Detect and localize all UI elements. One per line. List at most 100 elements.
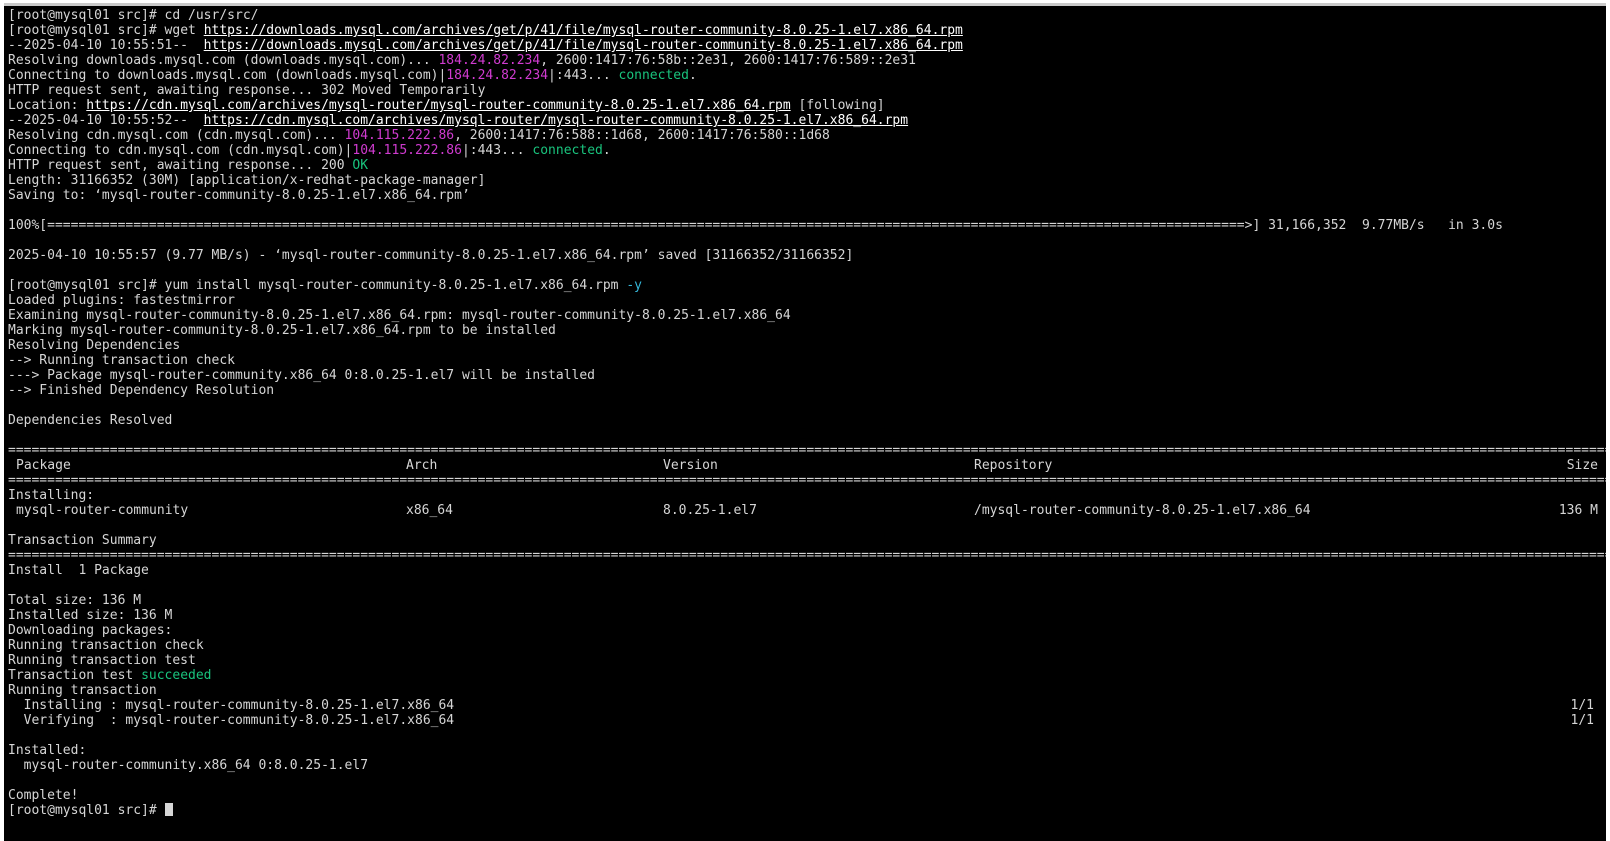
table-separator: ========================================… <box>8 473 1606 488</box>
output-line: Installed: <box>8 743 87 758</box>
cell-version: 8.0.25-1.el7 <box>663 503 757 518</box>
output-line: Dependencies Resolved <box>8 413 173 428</box>
ip-address: 184.24.82.234 <box>446 68 549 83</box>
cmd-line-yum: [root@mysql01 src]# yum install mysql-ro… <box>8 278 1606 293</box>
output-line: Complete! <box>8 788 79 803</box>
download-url-link[interactable]: https://downloads.mysql.com/archives/get… <box>204 23 963 38</box>
cmd-line-wget: [root@mysql01 src]# wget https://downloa… <box>8 23 1606 38</box>
output-text: Resolving cdn.mysql.com (cdn.mysql.com).… <box>8 128 345 143</box>
cell-package: mysql-router-community <box>16 503 189 518</box>
command-text: cd /usr/src/ <box>164 8 259 23</box>
prompt: [root@mysql01 src]# <box>8 8 165 23</box>
text-cursor <box>164 803 173 816</box>
verify-step: Verifying : mysql-router-community-8.0.2… <box>8 713 1606 728</box>
connected-status: connected <box>618 68 689 83</box>
output-text: . <box>688 68 697 83</box>
terminal-window[interactable]: [root@mysql01 src]# cd /usr/src/ [root@m… <box>4 3 1606 841</box>
output-line: ---> Package mysql-router-community.x86_… <box>8 368 595 383</box>
table-header: Package Arch Version Repository Size <box>8 458 1606 473</box>
prompt: [root@mysql01 src]# <box>8 23 165 38</box>
prompt: [root@mysql01 src]# <box>8 278 165 293</box>
col-header-arch: Arch <box>406 458 438 473</box>
output-line: --2025-04-10 10:55:52-- https://cdn.mysq… <box>8 113 1606 128</box>
col-header-repository: Repository <box>974 458 1053 473</box>
col-header-version: Version <box>663 458 718 473</box>
output-line: Saving to: ‘mysql-router-community-8.0.2… <box>8 188 470 203</box>
output-text: HTTP request sent, awaiting response... … <box>8 158 353 173</box>
install-step: Installing : mysql-router-community-8.0.… <box>8 698 1606 713</box>
output-text: Resolving downloads.mysql.com (downloads… <box>8 53 439 68</box>
output-line: Location: https://cdn.mysql.com/archives… <box>8 98 1606 113</box>
command-flag: -y <box>626 278 642 293</box>
output-line: HTTP request sent, awaiting response... … <box>8 158 1606 173</box>
output-line: Length: 31166352 (30M) [application/x-re… <box>8 173 486 188</box>
output-line: Total size: 136 M <box>8 593 142 608</box>
location-url-link[interactable]: https://cdn.mysql.com/archives/mysql-rou… <box>204 113 908 128</box>
output-text: Installing : mysql-router-community-8.0.… <box>8 698 455 713</box>
table-separator: ========================================… <box>8 443 1606 458</box>
output-line: Resolving cdn.mysql.com (cdn.mysql.com).… <box>8 128 1606 143</box>
ip-address: 104.115.222.86 <box>344 128 455 143</box>
output-line: Resolving downloads.mysql.com (downloads… <box>8 53 1606 68</box>
step-counter: 1/1 <box>1570 698 1594 713</box>
command-text: yum install mysql-router-community-8.0.2… <box>164 278 627 293</box>
output-line: Transaction Summary <box>8 533 157 548</box>
output-text: , 2600:1417:76:58b::2e31, 2600:1417:76:5… <box>540 53 916 68</box>
output-line: Transaction test succeeded <box>8 668 1606 683</box>
output-text: [following] <box>790 98 885 113</box>
location-url-link[interactable]: https://cdn.mysql.com/archives/mysql-rou… <box>86 98 790 113</box>
output-text: |:443... <box>548 68 619 83</box>
http-ok-status: OK <box>352 158 369 173</box>
output-text: Location: <box>8 98 87 113</box>
succeeded-status: succeeded <box>141 668 212 683</box>
output-line: Connecting to cdn.mysql.com (cdn.mysql.c… <box>8 143 1606 158</box>
output-text: Connecting to downloads.mysql.com (downl… <box>8 68 447 83</box>
output-line: --> Running transaction check <box>8 353 235 368</box>
output-line: Resolving Dependencies <box>8 338 181 353</box>
step-counter: 1/1 <box>1570 713 1594 728</box>
output-text: Connecting to cdn.mysql.com (cdn.mysql.c… <box>8 143 353 158</box>
output-line: Installed size: 136 M <box>8 608 173 623</box>
cell-size: 136 M <box>1558 503 1598 518</box>
ip-address: 184.24.82.234 <box>438 53 541 68</box>
cell-arch: x86_64 <box>406 503 453 518</box>
command-text: wget <box>164 23 204 38</box>
output-line: Marking mysql-router-community-8.0.25-1.… <box>8 323 556 338</box>
table-row: mysql-router-community x86_64 8.0.25-1.e… <box>8 503 1606 518</box>
col-header-package: Package <box>16 458 71 473</box>
cell-repository: /mysql-router-community-8.0.25-1.el7.x86… <box>974 503 1311 518</box>
output-line: Downloading packages: <box>8 623 173 638</box>
output-line: --2025-04-10 10:55:51-- https://download… <box>8 38 1606 53</box>
output-line: Installing: <box>8 488 95 503</box>
output-line: Examining mysql-router-community-8.0.25-… <box>8 308 791 323</box>
timestamp: --2025-04-10 10:55:51-- <box>8 38 204 53</box>
output-text: , 2600:1417:76:588::1d68, 2600:1417:76:5… <box>454 128 830 143</box>
col-header-size: Size <box>1566 458 1598 473</box>
download-url-link[interactable]: https://downloads.mysql.com/archives/get… <box>204 38 963 53</box>
cmd-line-current[interactable]: [root@mysql01 src]# <box>8 803 1606 818</box>
window-top-border <box>4 3 1606 6</box>
ip-address: 104.115.222.86 <box>352 143 462 158</box>
output-line: Install 1 Package <box>8 563 149 578</box>
output-text: Verifying : mysql-router-community-8.0.2… <box>8 713 455 728</box>
output-line: 2025-04-10 10:55:57 (9.77 MB/s) - ‘mysql… <box>8 248 854 263</box>
output-line: Loaded plugins: fastestmirror <box>8 293 235 308</box>
output-text: |:443... <box>461 143 533 158</box>
output-line: Running transaction check <box>8 638 204 653</box>
output-line: Running transaction test <box>8 653 196 668</box>
output-text: . <box>602 143 611 158</box>
timestamp: --2025-04-10 10:55:52-- <box>8 113 204 128</box>
download-progress-bar: 100%[===================================… <box>8 218 1503 233</box>
output-line: mysql-router-community.x86_64 0:8.0.25-1… <box>8 758 369 773</box>
output-line: HTTP request sent, awaiting response... … <box>8 83 486 98</box>
prompt: [root@mysql01 src]# <box>8 803 165 818</box>
connected-status: connected <box>532 143 603 158</box>
output-line: Running transaction <box>8 683 157 698</box>
